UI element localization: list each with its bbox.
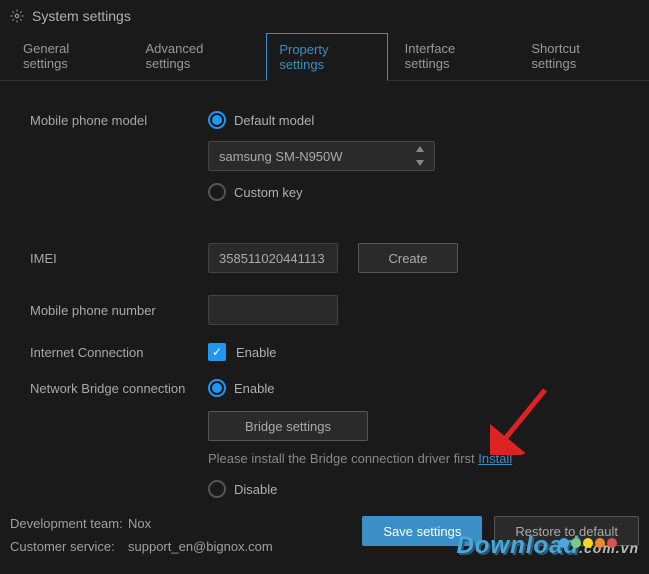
- radio-custom-key[interactable]: [208, 183, 226, 201]
- tab-property[interactable]: Property settings: [266, 33, 387, 81]
- footer: Development team: Nox Customer service: …: [0, 504, 649, 574]
- label-imei: IMEI: [30, 251, 208, 266]
- internet-enable-label: Enable: [236, 345, 276, 360]
- radio-default-model-label: Default model: [234, 113, 314, 128]
- content: Mobile phone model Default model samsung…: [0, 81, 649, 538]
- footer-support-value: support_en@bignox.com: [128, 539, 273, 554]
- watermark-dots: [559, 538, 617, 548]
- save-button[interactable]: Save settings: [362, 516, 482, 546]
- footer-dev-label: Development team:: [10, 516, 128, 531]
- imei-value: 358511020441113: [219, 251, 325, 266]
- tab-general[interactable]: General settings: [10, 32, 129, 80]
- tab-advanced[interactable]: Advanced settings: [133, 32, 263, 80]
- bridge-install-hint: Please install the Bridge connection dri…: [208, 451, 619, 466]
- create-button[interactable]: Create: [358, 243, 458, 273]
- tab-shortcut[interactable]: Shortcut settings: [518, 32, 639, 80]
- radio-bridge-disable[interactable]: [208, 480, 226, 498]
- radio-default-model[interactable]: [208, 111, 226, 129]
- gear-icon: [10, 9, 24, 23]
- label-phone-number: Mobile phone number: [30, 303, 208, 318]
- window-header: System settings: [0, 0, 649, 32]
- model-select-value: samsung SM-N950W: [219, 149, 343, 164]
- imei-input[interactable]: 358511020441113: [208, 243, 338, 273]
- label-internet: Internet Connection: [30, 345, 208, 360]
- label-bridge: Network Bridge connection: [30, 379, 208, 396]
- chevron-updown-icon: [414, 146, 426, 166]
- label-mobile-model: Mobile phone model: [30, 111, 208, 128]
- radio-bridge-disable-label: Disable: [234, 482, 277, 497]
- phone-number-input[interactable]: [208, 295, 338, 325]
- window-title: System settings: [32, 8, 131, 24]
- footer-dev-value: Nox: [128, 516, 151, 531]
- tab-interface[interactable]: Interface settings: [392, 32, 515, 80]
- footer-support-label: Customer service:: [10, 539, 128, 554]
- radio-bridge-enable[interactable]: [208, 379, 226, 397]
- bridge-settings-button[interactable]: Bridge settings: [208, 411, 368, 441]
- tabs: General settings Advanced settings Prope…: [0, 32, 649, 81]
- radio-custom-key-label: Custom key: [234, 185, 303, 200]
- bridge-hint-text: Please install the Bridge connection dri…: [208, 451, 478, 466]
- radio-bridge-enable-label: Enable: [234, 381, 274, 396]
- internet-enable-checkbox[interactable]: [208, 343, 226, 361]
- model-select[interactable]: samsung SM-N950W: [208, 141, 435, 171]
- install-link[interactable]: Install: [478, 451, 512, 466]
